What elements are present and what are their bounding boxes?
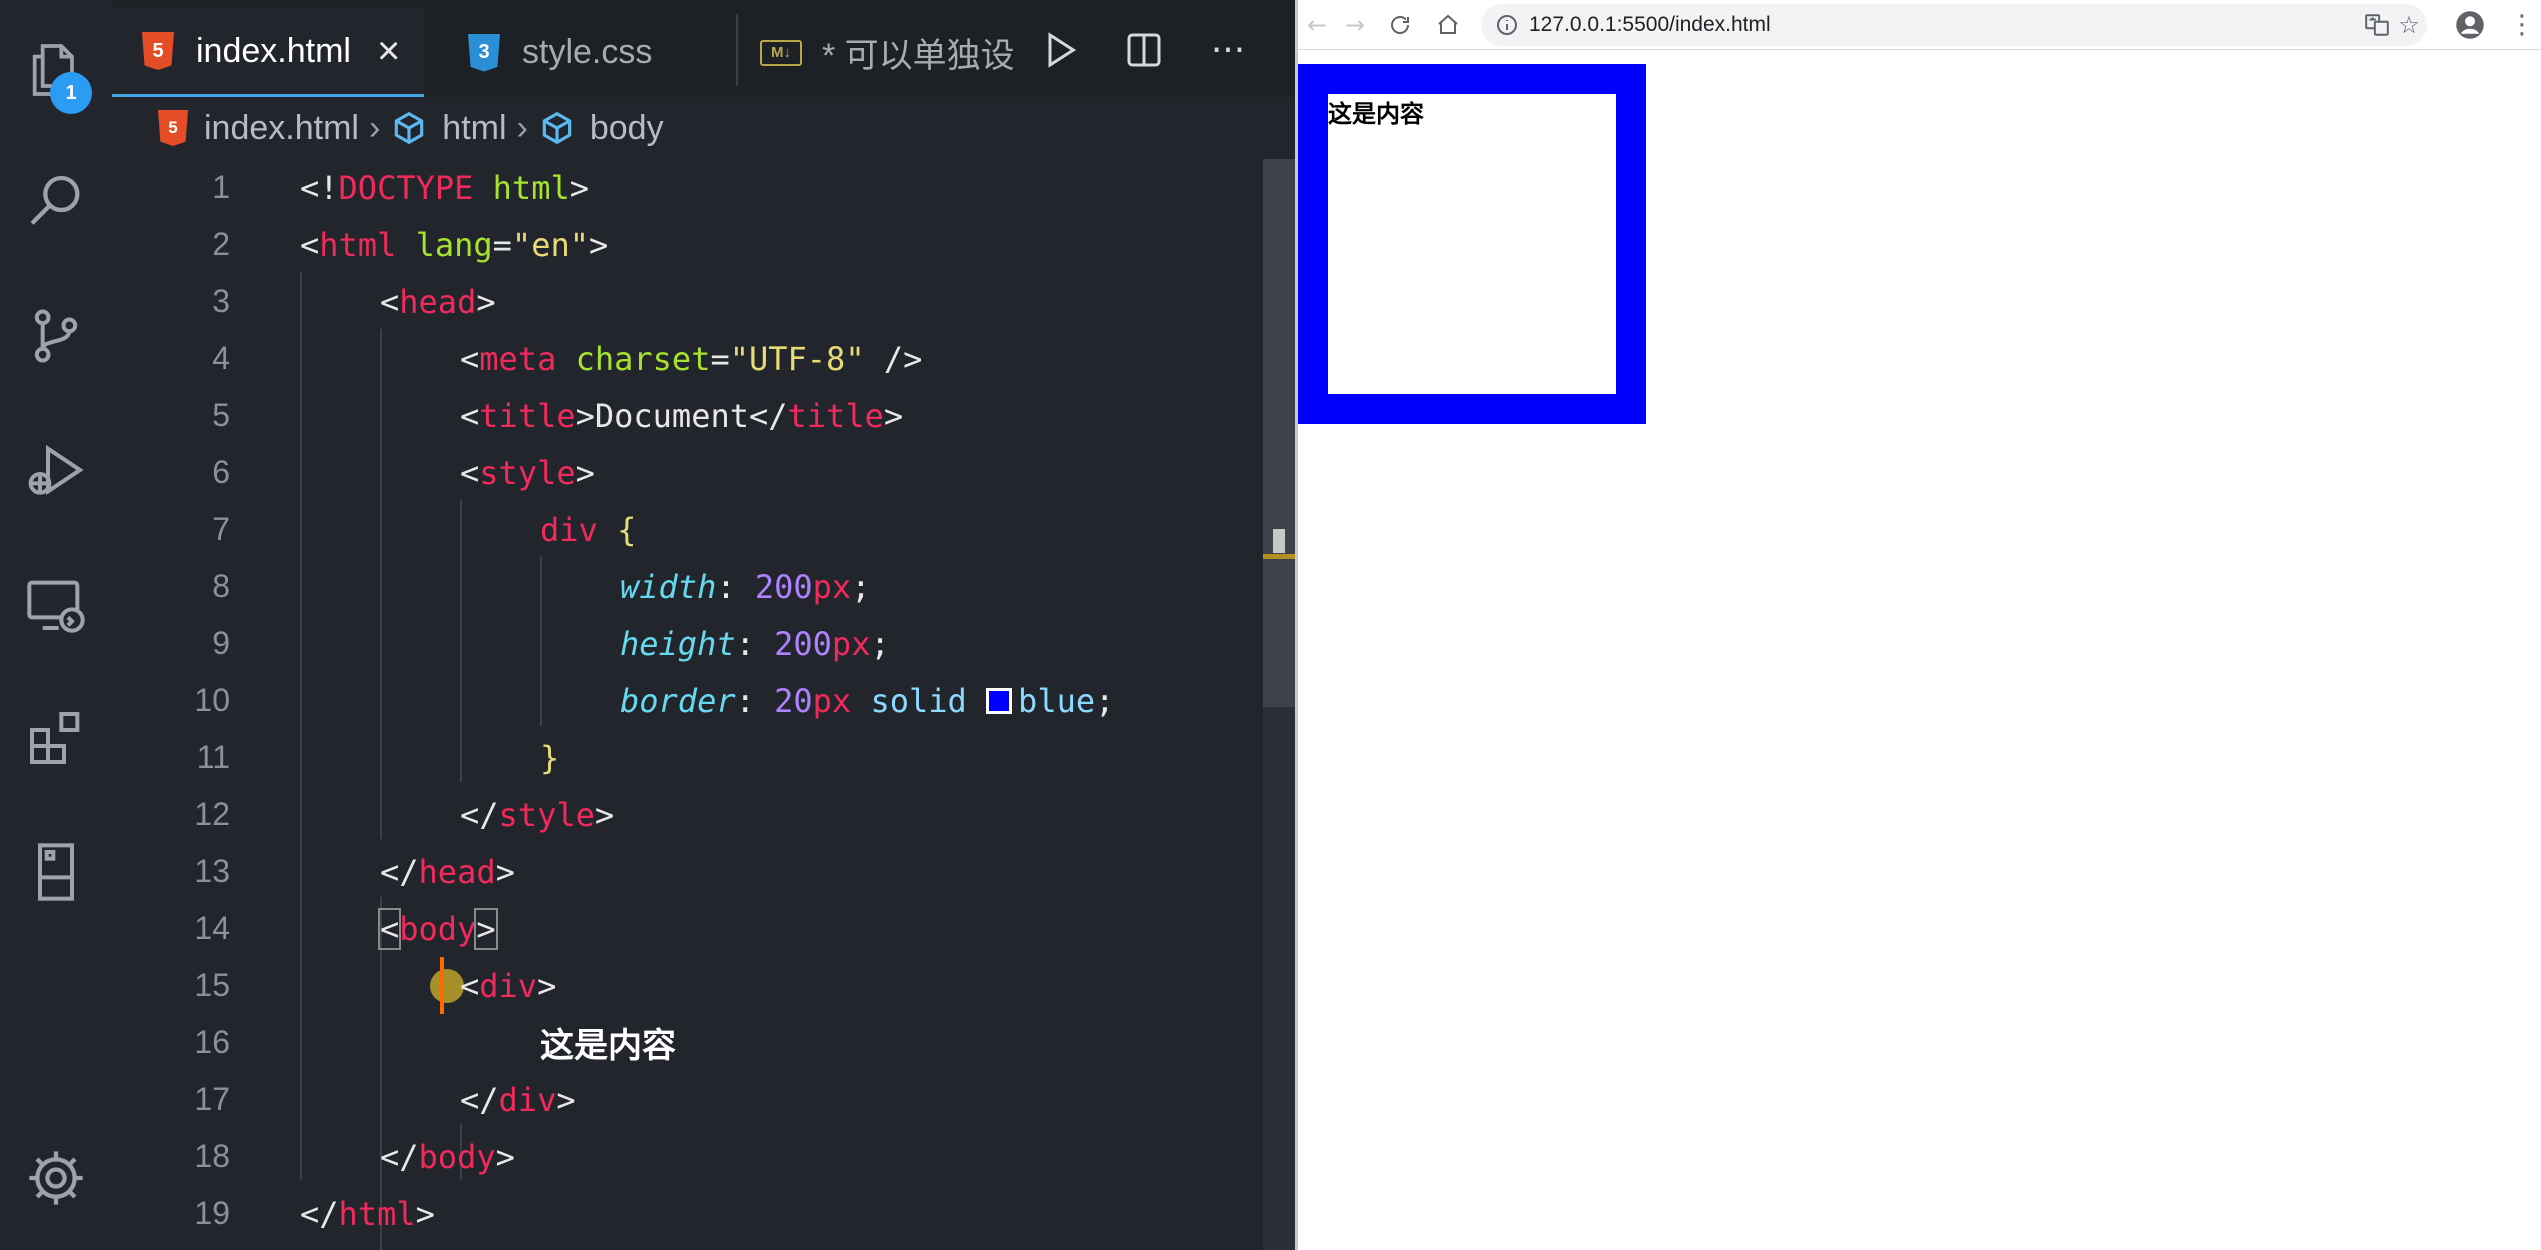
text-cursor [440,957,444,1014]
tab-markdown-preview[interactable]: M↓ * 可以单独设 [760,8,1015,97]
back-arrow-icon[interactable]: ← [1298,6,1336,44]
css3-icon: 3 [468,33,500,72]
source-control-icon[interactable] [18,298,94,374]
settings-gear-icon[interactable] [18,1140,94,1216]
code-line: 17 </div> [112,1071,1252,1128]
line-number: 17 [194,1081,230,1117]
tab-divider [736,14,738,86]
more-actions-icon[interactable]: ··· [1200,22,1256,78]
code-line: 19 </html> [112,1185,1252,1242]
bookmark-star-icon[interactable]: ☆ [2390,6,2428,44]
code-line: 9 height: 200px; [112,615,1252,672]
line-number: 10 [194,682,230,718]
line-number: 16 [194,1024,230,1060]
split-editor-icon[interactable] [1116,22,1172,78]
line-number: 18 [194,1138,230,1174]
browser-toolbar: ← → 127.0.0.1:5500/index.html ☆ ⋮ [1298,0,2541,50]
content-text: 这是内容 [540,1026,676,1066]
code-line: 12 </style> [112,786,1252,843]
breadcrumb-item-html[interactable]: html [442,109,506,148]
scrollbar-thumb[interactable] [1263,159,1295,707]
line-number: 3 [212,283,230,319]
line-number: 5 [212,397,230,433]
bordered-div: 这是内容 [1298,64,1646,424]
title-text: Document [594,396,749,435]
remote-explorer-icon[interactable] [18,566,94,642]
bookmark-panel-icon[interactable] [18,834,94,910]
code-line: 5 <title>Document</title> [112,387,1252,444]
editor-tab-bar: 5 index.html × 3 style.css M↓ * 可以单独设 ··… [112,0,1295,97]
code-editor[interactable]: 1 <!DOCTYPE html> 2 <html lang="en"> 3 <… [112,159,1295,1250]
home-icon[interactable] [1429,6,1467,44]
code-line: 1 <!DOCTYPE html> [112,159,1252,216]
markdown-icon: M↓ [760,39,802,66]
breadcrumb-item-file[interactable]: index.html [204,109,359,148]
code-line: 2 <html lang="en"> [112,216,1252,273]
run-debug-icon[interactable] [18,432,94,508]
element-cube-icon [395,111,424,145]
editor-scrollbar[interactable] [1263,159,1295,1250]
activity-bar: 1 [0,0,112,1250]
line-number: 12 [194,796,230,832]
vscode-window: 1 5 index.html × 3 style.css M↓ * 可以单独设 … [0,0,1295,1250]
code-line: 13 </head> [112,843,1252,900]
line-number: 13 [194,853,230,889]
url-text: 127.0.0.1:5500/index.html [1529,13,1771,36]
browser-window: ← → 127.0.0.1:5500/index.html ☆ ⋮ 这是内容 [1298,0,2541,1250]
site-info-icon[interactable] [1495,13,1519,37]
line-number: 14 [194,910,230,946]
element-cube-icon [542,111,572,145]
line-number: 1 [212,169,230,205]
code-line: 3 <head> [112,273,1252,330]
code-line: 18 </body> [112,1128,1252,1185]
code-line: 7 div { [112,501,1252,558]
html5-icon: 5 [158,110,188,146]
cursor-highlight [430,969,464,1003]
forward-arrow-icon[interactable]: → [1336,6,1374,44]
explorer-badge: 1 [50,72,92,114]
line-number: 7 [212,511,230,547]
reload-icon[interactable] [1381,6,1419,44]
chevron-right-icon: › [516,108,528,147]
div-content-text: 这是内容 [1328,100,1424,128]
line-number: 9 [212,625,230,661]
scrollbar-change-marker [1263,554,1295,559]
run-icon[interactable] [1032,22,1088,78]
page-viewport: 这是内容 [1298,51,2541,1250]
search-icon[interactable] [18,164,94,240]
line-number: 15 [194,967,230,1003]
chevron-right-icon: › [368,108,381,147]
breadcrumb-item-body[interactable]: body [590,109,664,148]
line-number: 6 [212,454,230,490]
tab-index-html[interactable]: 5 index.html × [112,8,424,97]
code-line: 11 } [112,729,1252,786]
breadcrumb: 5 index.html › html › body [112,97,1295,159]
scrollbar-cursor-marker [1273,529,1285,553]
code-line: 15 <div> [112,957,1252,1014]
line-number: 8 [212,568,230,604]
tab-label: index.html [196,31,351,70]
code-line: 6 <style> [112,444,1252,501]
close-icon[interactable]: × [377,31,400,71]
code-line: 14 <body> [112,900,1252,957]
line-number: 19 [194,1195,230,1231]
line-number: 11 [196,739,230,775]
tab-label: style.css [522,33,653,71]
line-number: 4 [212,340,230,376]
color-swatch[interactable] [986,687,1013,714]
extensions-icon[interactable] [18,700,94,776]
code-line: 4 <meta charset="UTF-8" /> [112,330,1252,387]
code-line: 8 width: 200px; [112,558,1252,615]
tab-style-css[interactable]: 3 style.css [424,8,724,97]
tab-label: * 可以单独设 [822,37,1015,75]
browser-menu-icon[interactable]: ⋮ [2503,6,2541,44]
code-line: 16 这是内容 [112,1014,1252,1071]
html5-icon: 5 [142,32,174,70]
address-bar[interactable]: 127.0.0.1:5500/index.html [1481,4,2427,46]
line-number: 2 [212,226,230,262]
profile-avatar-icon[interactable] [2451,6,2489,44]
code-line: 10 border: 20px solid blue; [112,672,1252,729]
